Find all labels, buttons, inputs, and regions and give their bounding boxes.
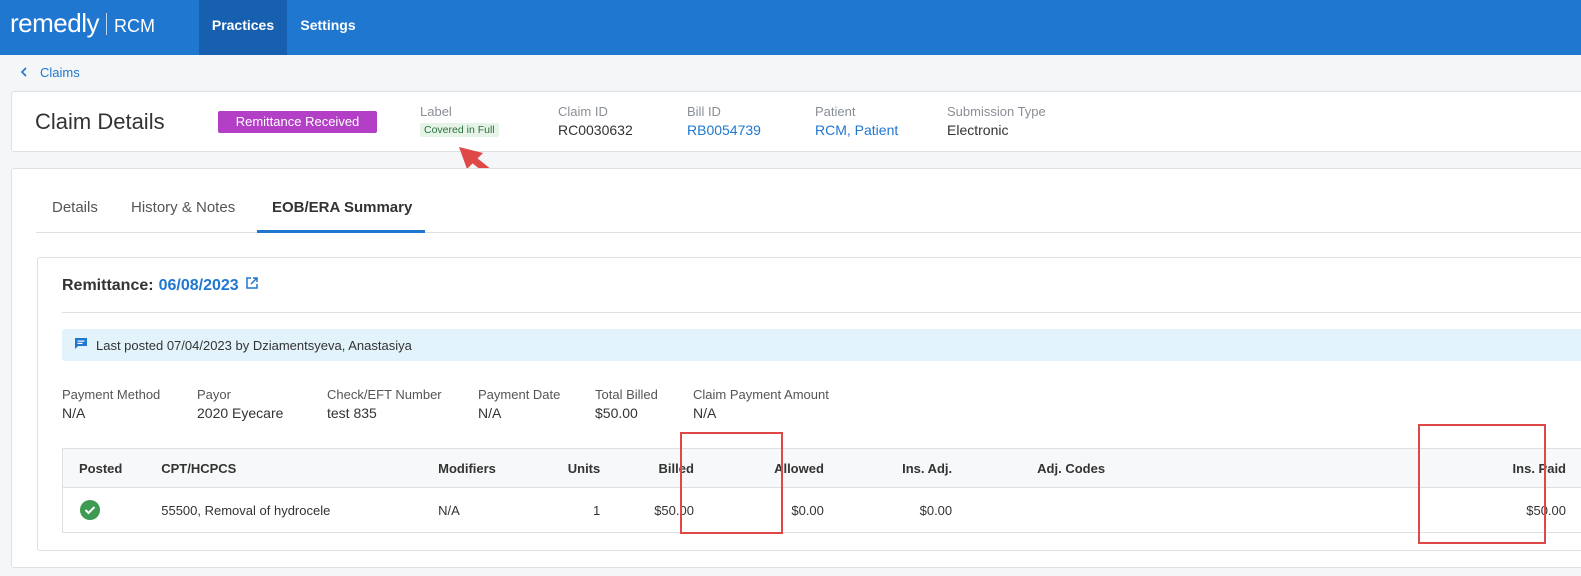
claim-id-value: RC0030632: [558, 122, 633, 138]
last-posted-banner: Last posted 07/04/2023 by Dziamentsyeva,…: [62, 329, 1581, 361]
ins-paid-highlight-box: [1418, 424, 1546, 544]
submission-type-label: Submission Type: [947, 104, 1046, 119]
bill-id-label: Bill ID: [687, 104, 721, 119]
col-header-modifiers: Modifiers: [438, 448, 545, 488]
claim-id-field: Claim ID RC0030632: [558, 104, 633, 138]
cpt-cell: 55500, Removal of hydrocele: [161, 487, 439, 533]
check-eft-value: test 835: [327, 405, 377, 421]
adj-codes-cell: [977, 487, 1359, 533]
tab-history-notes[interactable]: History & Notes: [131, 199, 235, 216]
patient-field: Patient RCM, Patient: [815, 104, 898, 138]
top-navbar: remedly RCM Practices Settings: [0, 0, 1581, 55]
remittance-panel: Remittance: 06/08/2023 Last posted 07/04…: [37, 257, 1581, 551]
bill-id-field: Bill ID RB0054739: [687, 104, 761, 138]
logo-divider: [105, 12, 107, 35]
payment-method-label: Payment Method: [62, 387, 161, 402]
payor-label: Payor: [197, 387, 231, 402]
posted-check-icon: [80, 500, 100, 520]
table-header-row: Posted CPT/HCPCS Modifiers Units Billed …: [62, 448, 1581, 488]
product-name: RCM: [113, 16, 155, 36]
remittance-date-link[interactable]: 06/08/2023: [159, 277, 239, 295]
claim-payment-amount-value: N/A: [693, 405, 717, 421]
patient-label: Patient: [815, 104, 856, 119]
claim-payment-amount-label: Claim Payment Amount: [693, 387, 829, 402]
patient-link[interactable]: RCM, Patient: [815, 122, 898, 138]
payment-date-value: N/A: [478, 405, 502, 421]
last-posted-text: Last posted 07/04/2023 by Dziamentsyeva,…: [96, 337, 412, 353]
payor-field: Payor 2020 Eyecare: [197, 387, 283, 421]
service-lines-table: Posted CPT/HCPCS Modifiers Units Billed …: [62, 448, 1581, 533]
col-header-units: Units: [544, 448, 625, 488]
check-eft-label: Check/EFT Number: [327, 387, 442, 402]
nav-tab-practices[interactable]: Practices: [199, 0, 287, 55]
col-header-cpt: CPT/HCPCS: [161, 448, 439, 488]
col-header-posted: Posted: [62, 448, 162, 488]
remittance-label: Remittance:: [62, 276, 154, 294]
label-field: Label Covered in Full: [420, 104, 499, 138]
payment-method-field: Payment Method N/A: [62, 387, 160, 421]
remittance-header: Remittance: 06/08/2023: [62, 276, 259, 295]
submission-type-field: Submission Type Electronic: [947, 104, 1046, 138]
message-icon: [74, 337, 88, 353]
total-billed-field: Total Billed $50.00: [595, 387, 658, 421]
billed-highlight-box: [680, 432, 783, 534]
breadcrumb[interactable]: Claims: [20, 65, 80, 80]
payment-method-value: N/A: [62, 405, 86, 421]
submission-type-value: Electronic: [947, 122, 1009, 138]
page-title: Claim Details: [35, 109, 165, 134]
claim-header-card: Claim Details Remittance Received Label …: [11, 91, 1581, 152]
main-card: Details History & Notes EOB/ERA Summary …: [11, 168, 1581, 568]
external-link-icon[interactable]: [245, 276, 259, 295]
check-eft-field: Check/EFT Number test 835: [327, 387, 442, 421]
active-tab-indicator: [257, 230, 425, 233]
breadcrumb-claims-link[interactable]: Claims: [40, 65, 80, 80]
label-field-title: Label: [420, 104, 452, 119]
posted-cell: [62, 487, 162, 533]
label-chip: Covered in Full: [420, 123, 499, 137]
payment-date-field: Payment Date N/A: [478, 387, 560, 421]
chevron-left-icon: [20, 65, 28, 80]
total-billed-value: $50.00: [595, 405, 638, 421]
col-header-ins-adj: Ins. Adj.: [848, 448, 978, 488]
table-row: 55500, Removal of hydrocele N/A 1 $50.00…: [62, 487, 1581, 533]
claim-payment-amount-field: Claim Payment Amount N/A: [693, 387, 829, 421]
tab-bar: Details History & Notes EOB/ERA Summary: [36, 169, 1581, 233]
logo-text: remedly: [10, 8, 99, 38]
total-billed-label: Total Billed: [595, 387, 658, 402]
ins-adj-cell: $0.00: [848, 487, 978, 533]
status-badge: Remittance Received: [218, 111, 377, 133]
nav-tab-settings[interactable]: Settings: [287, 0, 369, 55]
units-cell: 1: [544, 487, 625, 533]
claim-id-label: Claim ID: [558, 104, 608, 119]
modifiers-cell: N/A: [438, 487, 545, 533]
tab-details[interactable]: Details: [52, 199, 98, 216]
col-header-adj-codes: Adj. Codes: [977, 448, 1359, 488]
payor-value: 2020 Eyecare: [197, 405, 284, 421]
tab-eob-era-summary[interactable]: EOB/ERA Summary: [272, 199, 412, 216]
bill-id-link[interactable]: RB0054739: [687, 122, 761, 138]
section-divider: [62, 312, 1581, 313]
payment-date-label: Payment Date: [478, 387, 561, 402]
brand-logo[interactable]: remedly RCM: [10, 8, 155, 39]
